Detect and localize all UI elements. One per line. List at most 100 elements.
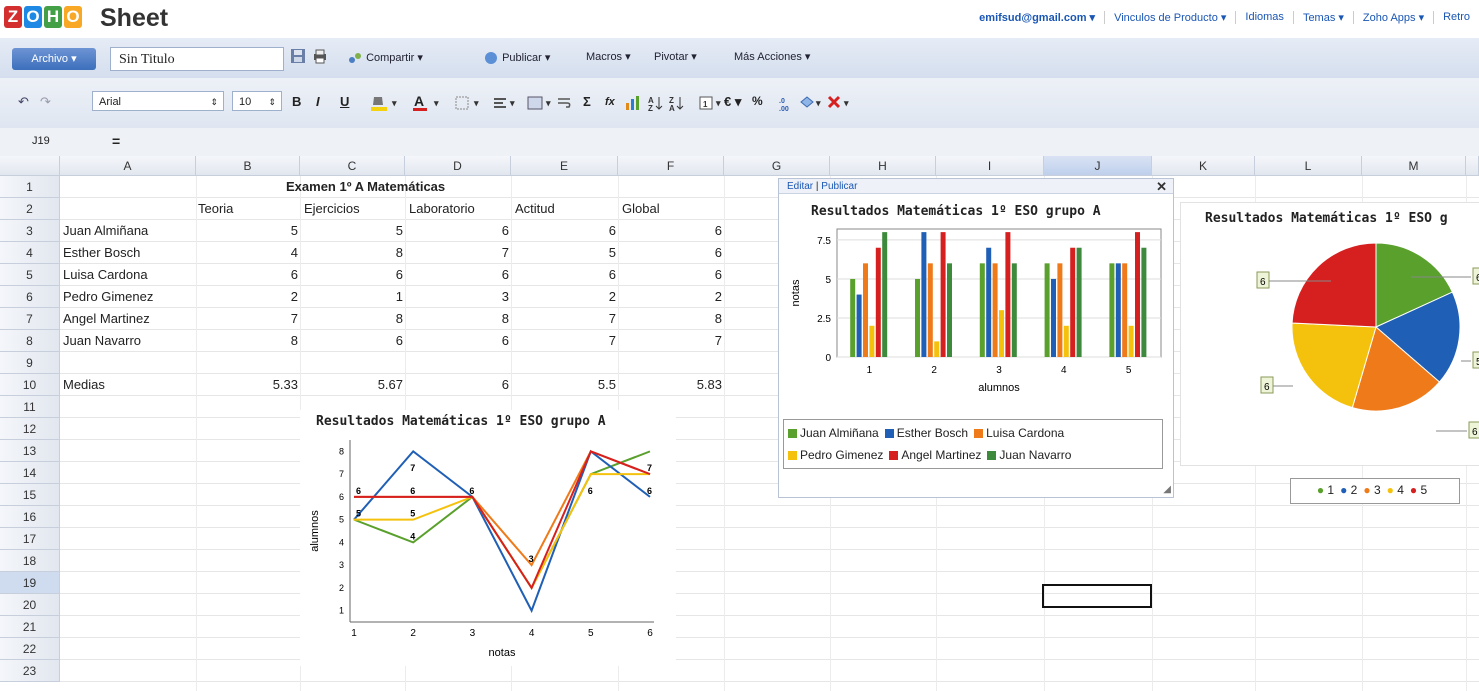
score-cell[interactable]: 6 xyxy=(405,220,509,242)
row-header[interactable]: 15 xyxy=(0,484,60,506)
score-cell[interactable]: 6 xyxy=(405,264,509,286)
score-cell[interactable]: 8 xyxy=(196,330,298,352)
nav-account[interactable]: emifsud@gmail.com ▾ xyxy=(970,11,1106,24)
file-menu-button[interactable]: Archivo ▾ xyxy=(12,48,96,70)
line-chart[interactable]: Resultados Matemáticas 1º ESO grupo A 12… xyxy=(300,410,676,666)
nav-zoho-apps[interactable]: Zoho Apps ▾ xyxy=(1354,11,1435,24)
underline-button[interactable]: U xyxy=(340,94,349,109)
wrap-text-icon[interactable] xyxy=(556,94,586,115)
score-cell[interactable]: 5 xyxy=(300,220,403,242)
row-header[interactable]: 7 xyxy=(0,308,60,330)
font-color-icon[interactable]: A ▾ xyxy=(412,93,444,115)
row-header[interactable]: 6 xyxy=(0,286,60,308)
header-cell[interactable]: Teoria xyxy=(198,198,233,220)
bar-chart-panel[interactable]: Editar | Publicar ✕ Resultados Matemátic… xyxy=(778,178,1174,498)
document-title-input[interactable]: Sin Titulo xyxy=(110,47,284,71)
nav-retro[interactable]: Retro xyxy=(1434,11,1479,24)
header-cell[interactable]: Ejercicios xyxy=(304,198,360,220)
corner-header[interactable] xyxy=(0,156,60,176)
row-header[interactable]: 12 xyxy=(0,418,60,440)
percent-button[interactable]: % xyxy=(752,94,763,108)
score-cell[interactable]: 6 xyxy=(618,220,722,242)
average-cell[interactable]: 6 xyxy=(405,374,509,396)
score-cell[interactable]: 2 xyxy=(618,286,722,308)
column-header-H[interactable]: H xyxy=(830,156,936,176)
score-cell[interactable]: 6 xyxy=(405,330,509,352)
row-header[interactable]: 18 xyxy=(0,550,60,572)
decimals-icon[interactable]: .0.00 xyxy=(778,94,796,115)
score-cell[interactable]: 6 xyxy=(300,330,403,352)
score-cell[interactable]: 4 xyxy=(196,242,298,264)
currency-button[interactable]: € ▾ xyxy=(724,94,741,110)
sort-descending-icon[interactable]: ZA xyxy=(668,94,686,115)
row-header[interactable]: 1 xyxy=(0,176,60,198)
fill-color-icon[interactable]: ▾ xyxy=(370,94,402,115)
score-cell[interactable]: 5 xyxy=(511,242,616,264)
row-header[interactable]: 17 xyxy=(0,528,60,550)
average-cell[interactable]: 5.33 xyxy=(196,374,298,396)
row-header[interactable]: 16 xyxy=(0,506,60,528)
font-family-select[interactable]: Arial ⇕ xyxy=(92,91,224,111)
date-format-icon[interactable]: 1 ▾ xyxy=(698,94,724,115)
selected-cell-J19[interactable] xyxy=(1042,584,1152,608)
publish-button[interactable]: Publicar ▾ xyxy=(483,50,550,66)
column-header-I[interactable]: I xyxy=(936,156,1044,176)
student-name-cell[interactable]: Esther Bosch xyxy=(63,242,140,264)
score-cell[interactable]: 8 xyxy=(300,308,403,330)
sum-button[interactable]: Σ xyxy=(583,94,591,109)
row-header[interactable]: 20 xyxy=(0,594,60,616)
score-cell[interactable]: 5 xyxy=(196,220,298,242)
merge-cells-icon[interactable]: ▾ xyxy=(526,94,556,115)
nav-product-links[interactable]: Vinculos de Producto ▾ xyxy=(1105,11,1237,24)
row-header[interactable]: 21 xyxy=(0,616,60,638)
row-header[interactable]: 14 xyxy=(0,462,60,484)
function-button[interactable]: fx xyxy=(605,96,615,108)
score-cell[interactable]: 2 xyxy=(196,286,298,308)
macros-button[interactable]: Macros ▾ xyxy=(586,50,631,63)
row-header[interactable]: 23 xyxy=(0,660,60,682)
student-name-cell[interactable]: Juan Almiñana xyxy=(63,220,148,242)
row-header[interactable]: 13 xyxy=(0,440,60,462)
align-icon[interactable]: ▾ xyxy=(492,94,522,115)
sort-ascending-icon[interactable]: AZ xyxy=(647,94,665,115)
borders-icon[interactable]: ▾ xyxy=(454,94,484,115)
conditional-format-icon[interactable]: ▾ xyxy=(798,94,828,115)
score-cell[interactable]: 6 xyxy=(618,242,722,264)
row-header[interactable]: 22 xyxy=(0,638,60,660)
nav-themes[interactable]: Temas ▾ xyxy=(1294,11,1354,24)
column-header-G[interactable]: G xyxy=(724,156,830,176)
row-header[interactable]: 3 xyxy=(0,220,60,242)
student-name-cell[interactable]: Pedro Gimenez xyxy=(63,286,153,308)
average-cell[interactable]: 5.83 xyxy=(618,374,722,396)
row-header[interactable]: 19 xyxy=(0,572,60,594)
column-header-A[interactable]: A xyxy=(60,156,196,176)
column-header-K[interactable]: K xyxy=(1152,156,1255,176)
column-header-F[interactable]: F xyxy=(618,156,724,176)
sheet-title-cell[interactable]: Examen 1º A Matemáticas xyxy=(286,176,445,198)
more-actions-button[interactable]: Más Acciones ▾ xyxy=(734,50,810,63)
resize-handle-icon[interactable]: ◢ xyxy=(1163,484,1171,495)
share-button[interactable]: Compartir ▾ xyxy=(347,50,423,66)
score-cell[interactable]: 7 xyxy=(511,308,616,330)
column-header-D[interactable]: D xyxy=(405,156,511,176)
row-header[interactable]: 8 xyxy=(0,330,60,352)
bold-button[interactable]: B xyxy=(292,94,301,109)
undo-icon[interactable]: ↶ xyxy=(18,94,29,110)
student-name-cell[interactable]: Juan Navarro xyxy=(63,330,141,352)
column-header-C[interactable]: C xyxy=(300,156,405,176)
score-cell[interactable]: 2 xyxy=(511,286,616,308)
row-header[interactable]: 2 xyxy=(0,198,60,220)
score-cell[interactable]: 6 xyxy=(511,264,616,286)
formula-equals-button[interactable]: = xyxy=(112,132,152,151)
column-header-M[interactable]: M xyxy=(1362,156,1466,176)
edit-chart-link[interactable]: Editar xyxy=(787,181,813,192)
header-cell[interactable]: Global xyxy=(622,198,660,220)
column-header-B[interactable]: B xyxy=(196,156,300,176)
score-cell[interactable]: 6 xyxy=(300,264,403,286)
score-cell[interactable]: 8 xyxy=(405,308,509,330)
pie-chart[interactable]: Resultados Matemáticas 1º ESO g 66566 xyxy=(1180,202,1479,466)
nav-languages[interactable]: Idiomas xyxy=(1236,11,1294,24)
score-cell[interactable]: 1 xyxy=(300,286,403,308)
row-header[interactable]: 9 xyxy=(0,352,60,374)
score-cell[interactable]: 7 xyxy=(405,242,509,264)
